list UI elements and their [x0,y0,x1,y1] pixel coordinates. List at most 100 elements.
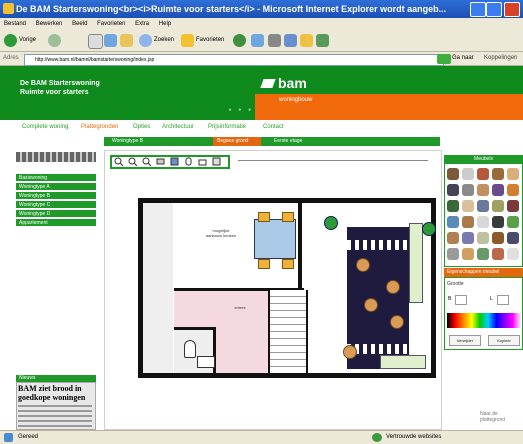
furniture-tile-icon[interactable] [462,184,474,196]
furniture-tile-icon[interactable] [477,168,489,180]
stool-icon[interactable] [390,315,404,329]
left-nav-woningtype-a[interactable]: Woningtype A [16,183,96,191]
nav-opties[interactable]: Opties [133,124,150,130]
zoom-out-icon[interactable] [128,157,138,167]
hand-icon[interactable] [184,157,193,166]
furniture-tile-icon[interactable] [447,184,459,196]
menu-edit[interactable]: Bewerken [36,21,63,27]
search-icon[interactable] [139,34,152,47]
furniture-tile-icon[interactable] [462,200,474,212]
furniture-tile-icon[interactable] [477,184,489,196]
left-nav-woningtype-d[interactable]: Woningtype D [16,210,96,218]
forward-arrow-icon[interactable] [48,34,61,47]
left-nav-appartement[interactable]: Appartement [16,219,96,227]
furniture-tile-icon[interactable] [492,248,504,260]
search-button-label[interactable]: Zoeken [154,37,174,43]
furniture-tile-icon[interactable] [507,184,519,196]
close-button[interactable] [504,2,520,17]
furniture-tile-icon[interactable] [447,168,459,180]
length-input[interactable] [497,295,509,305]
footnote-link[interactable]: Naar de plattegrond [480,411,520,423]
furniture-tile-icon[interactable] [477,232,489,244]
house-thumbnails-strip[interactable] [16,152,96,162]
stop-icon[interactable] [88,34,103,49]
furniture-tile-icon[interactable] [447,200,459,212]
furniture-tile-icon[interactable] [492,200,504,212]
delete-furniture-button[interactable]: Verwijder [449,335,481,346]
nav-contact[interactable]: Contact [263,124,284,130]
furniture-tile-icon[interactable] [507,248,519,260]
furniture-tile-icon[interactable] [507,232,519,244]
stool-icon[interactable] [343,345,357,359]
stool-icon[interactable] [356,258,370,272]
color-palette[interactable] [447,313,521,328]
window-title-bar[interactable]: De BAM Starterswoning<br><i>Ruimte voor … [0,0,523,18]
furniture-tile-icon[interactable] [507,200,519,212]
edit-icon[interactable] [284,34,297,47]
furniture-tile-icon[interactable] [462,216,474,228]
news-headline[interactable]: BAM ziet brood in goedkope woningen [18,384,96,402]
mail-icon[interactable] [251,34,264,47]
nav-architectuur[interactable]: Architectuur [162,124,194,130]
menu-help[interactable]: Help [159,21,171,27]
favorites-button-label[interactable]: Favorieten [196,37,224,43]
tab-begane-grond[interactable]: Begane grond [213,137,261,146]
stool-icon[interactable] [364,298,378,312]
erase-icon[interactable] [156,157,165,166]
copy-furniture-button[interactable]: Kopieer [488,335,520,346]
stool-icon[interactable] [386,280,400,294]
print-icon[interactable] [268,34,281,47]
furniture-tile-icon[interactable] [462,232,474,244]
nav-prijsinformatie[interactable]: Prijsinformatie [208,124,246,130]
width-input[interactable] [455,295,467,305]
move-icon[interactable] [170,157,179,166]
chair-icon[interactable] [258,259,270,269]
furniture-tile-icon[interactable] [477,248,489,260]
left-nav-woningtype-b[interactable]: Woningtype B [16,192,96,200]
menu-file[interactable]: Bestand [4,21,26,27]
chair-icon[interactable] [282,259,294,269]
left-nav-basiswoning[interactable]: Basiswoning [16,174,96,182]
nav-complete-woning[interactable]: Complete woning [22,124,68,130]
furniture-tile-icon[interactable] [492,232,504,244]
furniture-tile-icon[interactable] [507,168,519,180]
print-plan-icon[interactable] [198,157,207,166]
minimize-button[interactable] [470,2,486,17]
furniture-tile-icon[interactable] [462,248,474,260]
save-plan-icon[interactable] [212,157,221,166]
chair-icon[interactable] [282,212,294,222]
furniture-tile-icon[interactable] [507,216,519,228]
zoom-fit-icon[interactable] [142,157,152,167]
go-arrow-icon[interactable] [437,54,451,64]
favorites-star-icon[interactable] [181,34,194,47]
furniture-tile-icon[interactable] [492,168,504,180]
furniture-tile-icon[interactable] [477,216,489,228]
plant-icon[interactable] [422,222,436,236]
furniture-tile-icon[interactable] [447,216,459,228]
back-arrow-icon[interactable] [4,34,17,47]
sink-icon[interactable] [197,356,215,368]
furniture-tile-icon[interactable] [477,200,489,212]
furniture-tile-icon[interactable] [492,184,504,196]
url-field[interactable]: http://www.bam.nl/bamnl/bamstarterswonin… [24,54,444,66]
home-icon[interactable] [120,34,133,47]
chair-icon[interactable] [258,212,270,222]
left-nav-woningtype-c[interactable]: Woningtype C [16,201,96,209]
nav-plattegronden[interactable]: Plattegronden [81,124,118,130]
messenger-icon[interactable] [316,34,329,47]
furniture-tile-icon[interactable] [447,248,459,260]
folder-icon[interactable] [300,34,313,47]
toilet-icon[interactable] [184,340,196,358]
menu-view[interactable]: Beeld [72,21,87,27]
refresh-icon[interactable] [104,34,117,47]
bam-logo[interactable]: bam [260,75,307,91]
sofa-icon[interactable] [409,223,423,303]
tab-eerste-etage[interactable]: Eerste etage [270,137,330,146]
menu-favorites[interactable]: Favorieten [97,21,125,27]
sofa-icon[interactable] [380,355,426,369]
furniture-tile-icon[interactable] [492,216,504,228]
maximize-button[interactable] [486,2,502,17]
menu-tools[interactable]: Extra [135,21,149,27]
plant-icon[interactable] [324,216,338,230]
back-button-label[interactable]: Vorige [19,37,36,43]
